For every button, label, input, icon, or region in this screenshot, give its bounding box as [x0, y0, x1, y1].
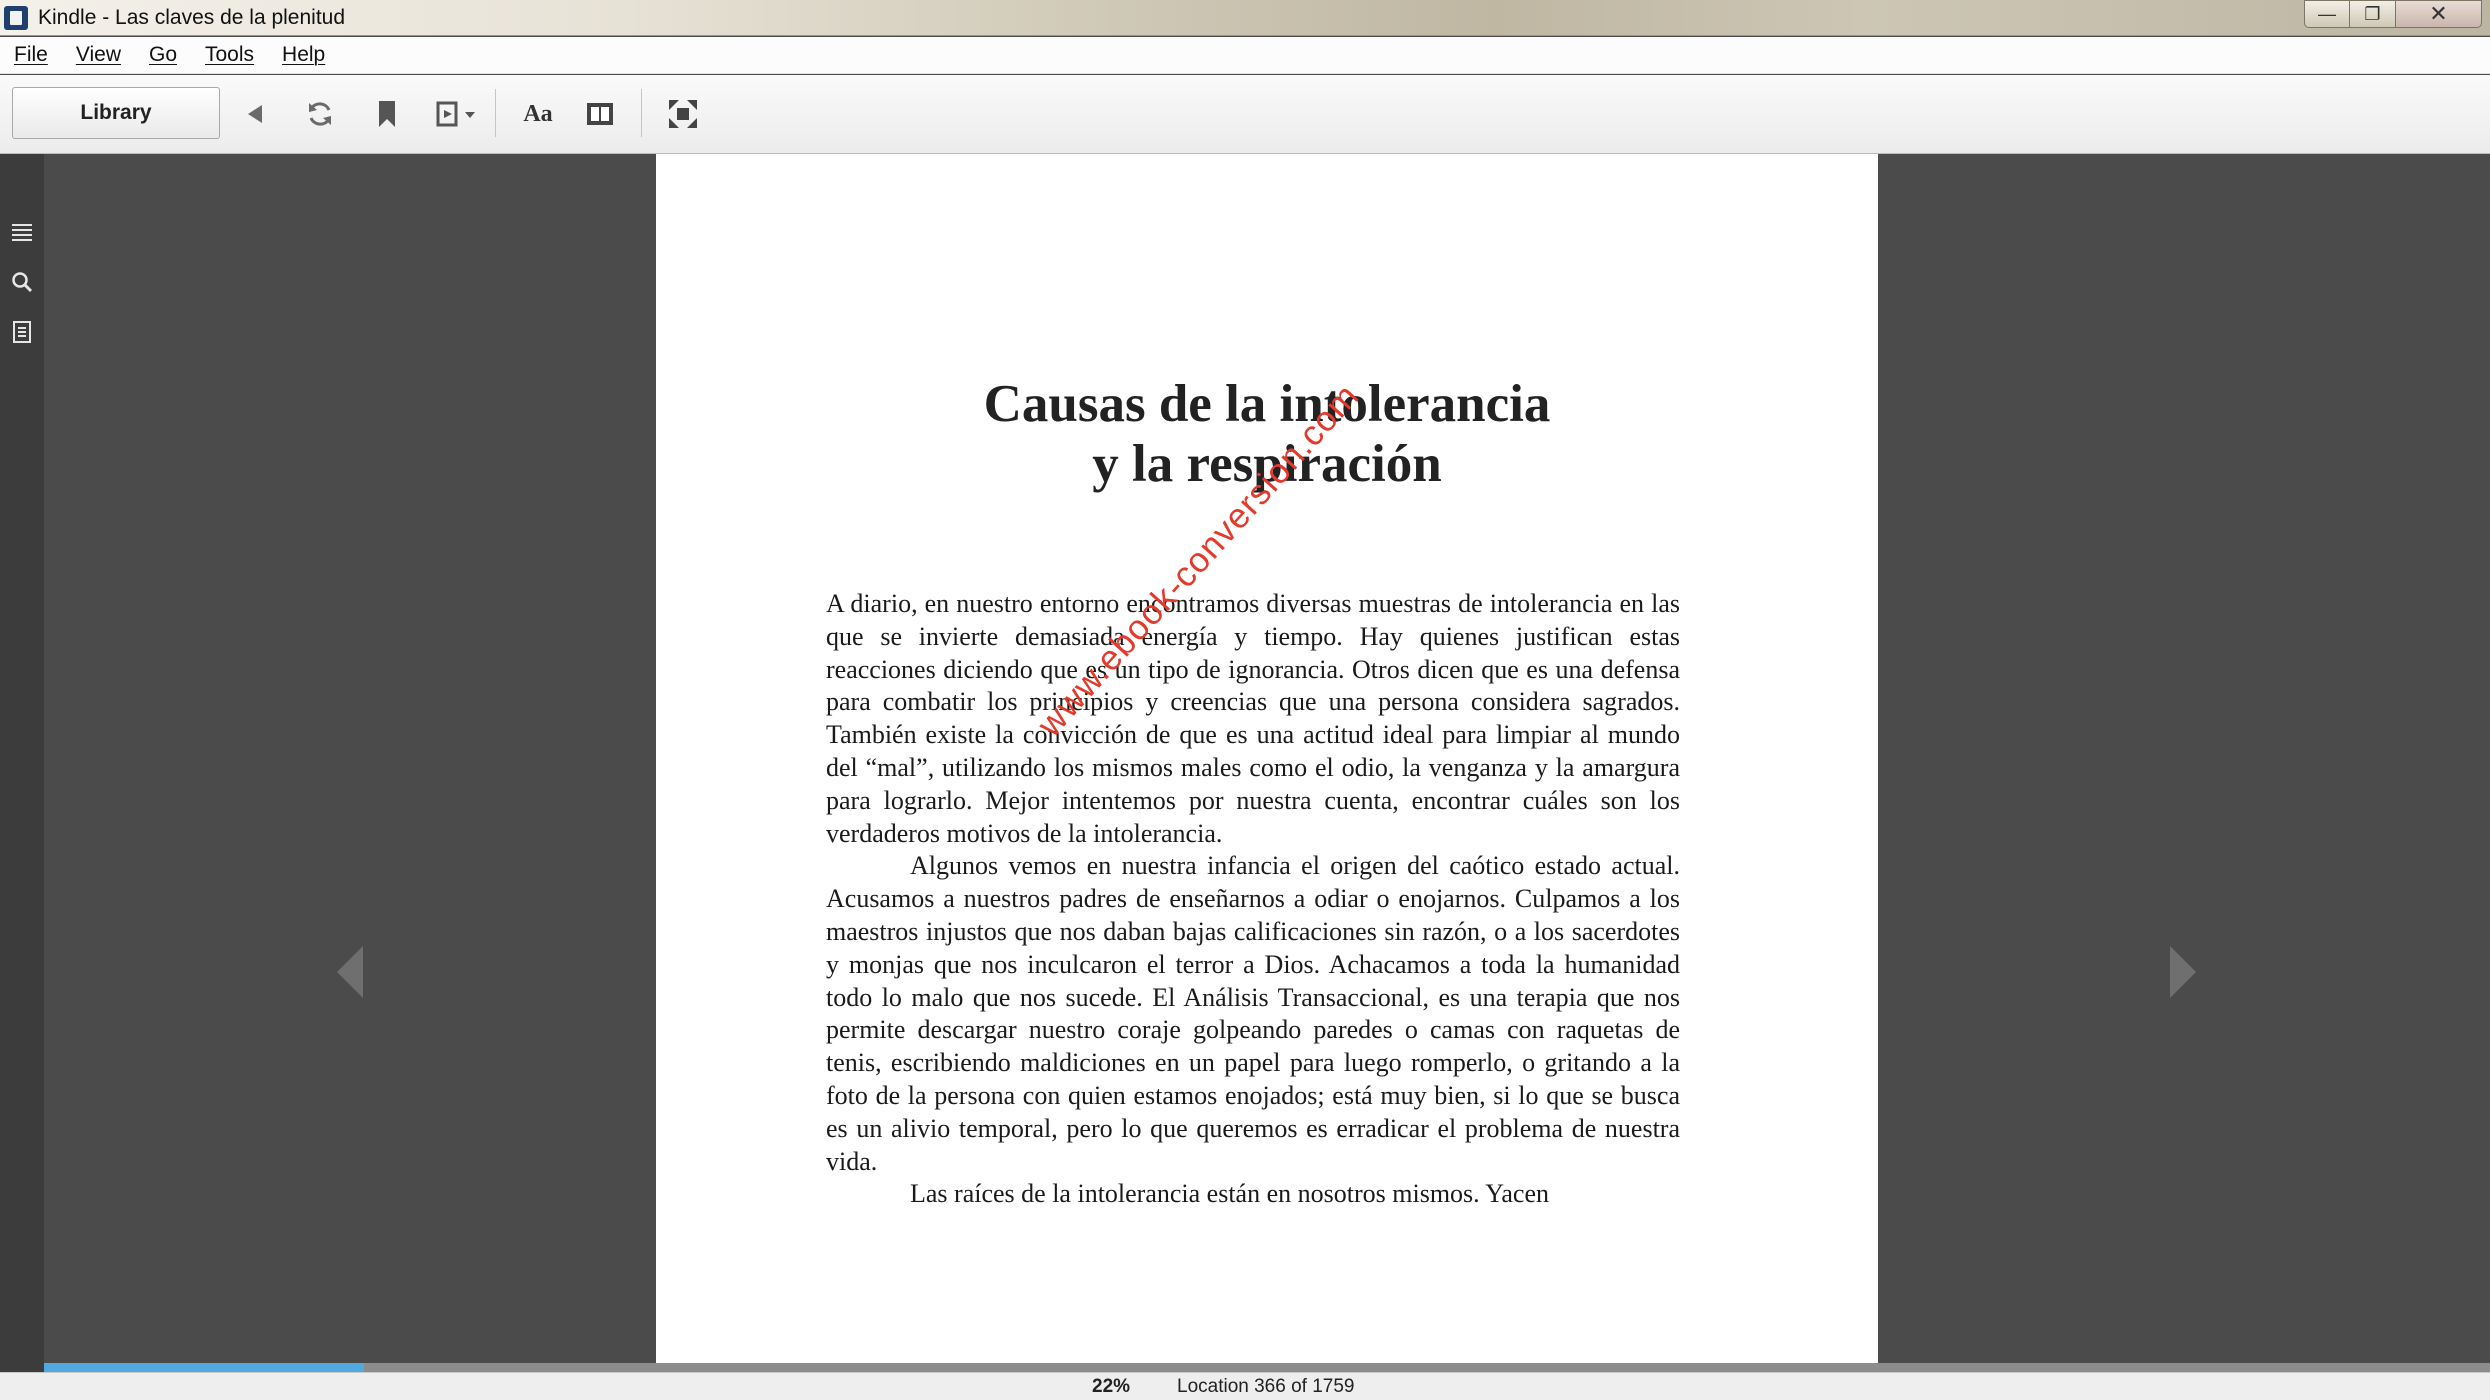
view-mode-icon[interactable]: [583, 97, 617, 131]
menu-tools[interactable]: Tools: [205, 43, 254, 67]
toolbar-separator: [641, 89, 642, 137]
sync-icon[interactable]: [303, 97, 337, 131]
bookmark-icon[interactable]: [370, 97, 404, 131]
search-icon[interactable]: [10, 270, 34, 294]
menu-bar: File View Go Tools Help: [0, 37, 2490, 74]
notes-icon[interactable]: [10, 320, 34, 344]
back-arrow-icon[interactable]: [238, 97, 272, 131]
window-controls: — ❐ ✕: [2304, 0, 2482, 30]
table-of-contents-icon[interactable]: [10, 220, 34, 244]
minimize-button[interactable]: —: [2304, 0, 2350, 28]
library-button[interactable]: Library: [12, 87, 220, 139]
paragraph: Las raíces de la intolerancia están en n…: [910, 1179, 1549, 1209]
menu-help[interactable]: Help: [282, 43, 325, 67]
reading-progress-fill: [44, 1363, 365, 1372]
reading-progress-bar[interactable]: [44, 1363, 2490, 1372]
toolbar-separator: [495, 89, 496, 137]
previous-page-arrow-icon[interactable]: [335, 944, 365, 1000]
close-button[interactable]: ✕: [2396, 0, 2482, 28]
title-bar: Kindle - Las claves de la plenitud — ❐ ✕: [0, 0, 2490, 36]
chapter-title-line-1: Causas de la intolerancia: [983, 375, 1551, 433]
goto-icon[interactable]: [434, 97, 480, 131]
kindle-app-icon: [4, 6, 28, 30]
paragraph: Algunos vemos en nuestra infancia el ori…: [826, 851, 1680, 1176]
font-settings-icon[interactable]: Aa: [518, 97, 558, 131]
menu-view[interactable]: View: [76, 43, 121, 67]
left-sidebar-strip: [0, 154, 44, 1372]
toolbar: Library Aa: [0, 75, 2490, 154]
maximize-button[interactable]: ❐: [2350, 0, 2396, 28]
fullscreen-icon[interactable]: [666, 97, 700, 131]
window-title: Kindle - Las claves de la plenitud: [38, 6, 346, 29]
book-body-text: A diario, en nuestro entorno encontramos…: [826, 588, 1680, 1211]
menu-file[interactable]: File: [14, 43, 48, 67]
location-indicator: Location 366 of 1759: [1177, 1376, 1355, 1397]
paragraph: A diario, en nuestro entorno encontramos…: [826, 589, 1680, 848]
kindle-window: Kindle - Las claves de la plenitud — ❐ ✕…: [0, 0, 2490, 1400]
next-page-arrow-icon[interactable]: [2168, 944, 2198, 1000]
progress-percent: 22%: [1092, 1376, 1131, 1397]
book-page: Causas de la intolerancia y la respiraci…: [656, 154, 1878, 1372]
menu-go[interactable]: Go: [149, 43, 177, 67]
status-bar: 22% Location 366 of 1759: [0, 1372, 2490, 1400]
